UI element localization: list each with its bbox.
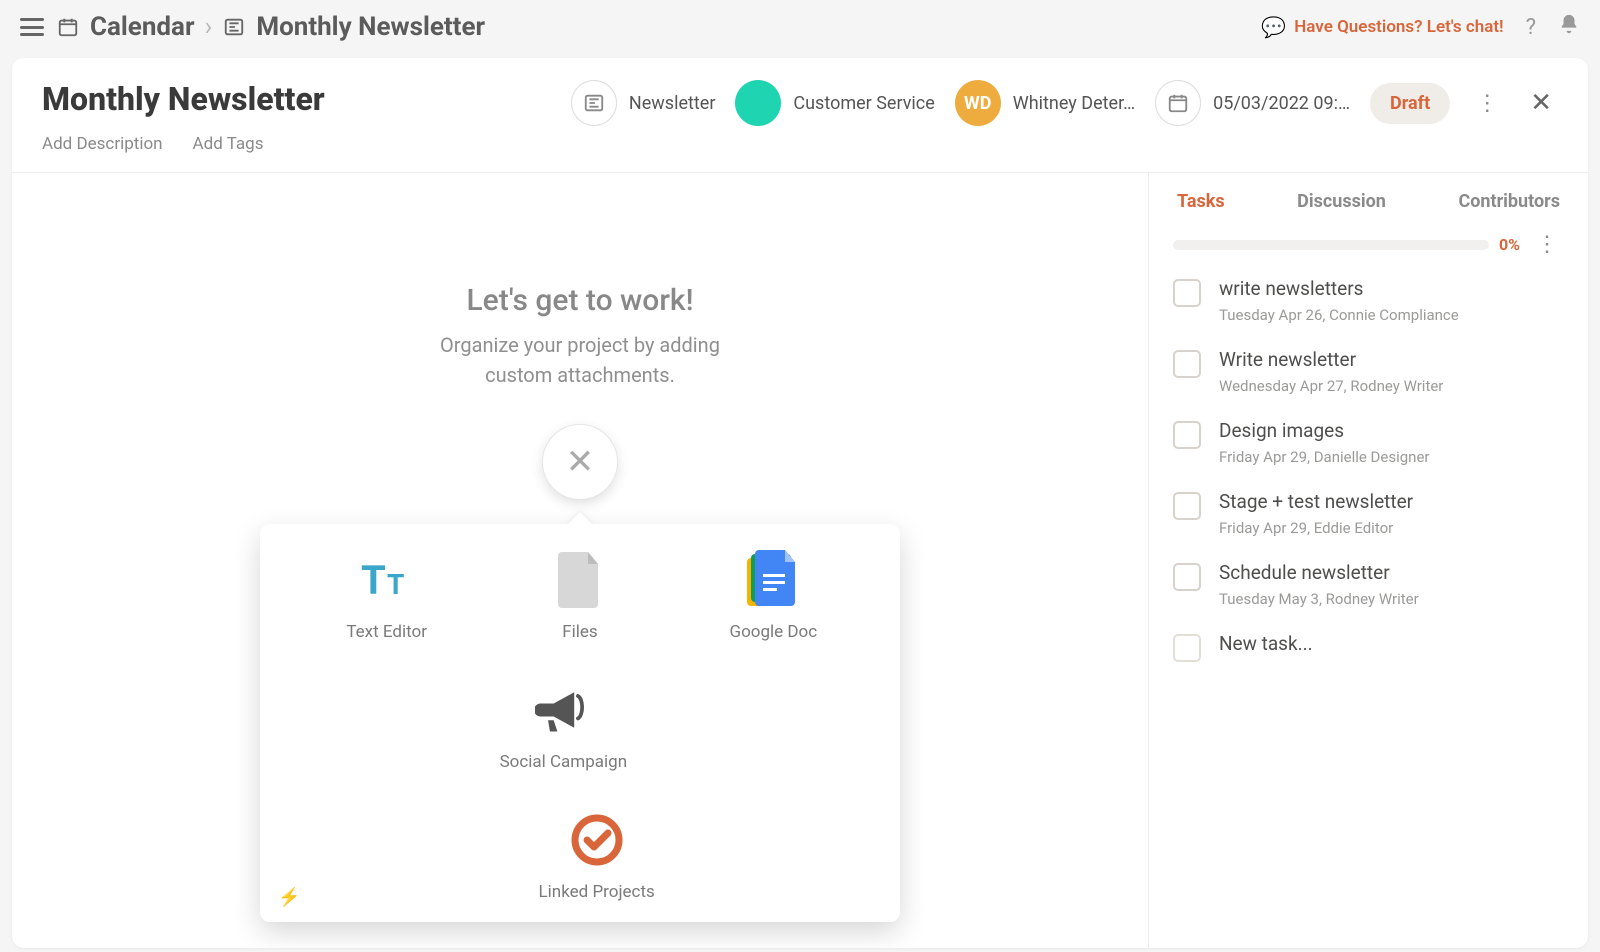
tab-discussion[interactable]: Discussion: [1297, 191, 1386, 212]
chat-icon: 💬: [1261, 15, 1286, 39]
tasks-more-icon[interactable]: ⋮: [1530, 232, 1564, 257]
task-item[interactable]: Stage + test newsletter Friday Apr 29, E…: [1173, 490, 1564, 537]
help-icon[interactable]: ?: [1526, 15, 1536, 40]
bell-icon[interactable]: [1558, 13, 1580, 41]
attach-files[interactable]: Files: [500, 552, 660, 642]
chevron-right-icon: ›: [205, 12, 213, 42]
attach-linked-projects[interactable]: Linked Projects: [517, 812, 677, 902]
new-task-placeholder: New task...: [1219, 632, 1313, 655]
task-checkbox[interactable]: [1173, 421, 1201, 449]
attach-label: Text Editor: [346, 622, 427, 642]
new-task-input[interactable]: New task...: [1173, 632, 1564, 662]
megaphone-icon: [535, 682, 591, 738]
chip-label: 05/03/2022 09:…: [1213, 93, 1350, 114]
svg-text:T: T: [361, 557, 386, 604]
attach-label: Linked Projects: [539, 882, 655, 902]
newsletter-chip-icon: [571, 80, 617, 126]
calendar-icon: [56, 15, 80, 39]
customer-service-avatar: [735, 80, 781, 126]
text-editor-icon: TT: [359, 552, 415, 608]
task-meta: Tuesday May 3, Rodney Writer: [1219, 590, 1419, 608]
attach-label: Files: [562, 622, 597, 642]
task-title: Design images: [1219, 419, 1430, 442]
lightning-icon[interactable]: ⚡: [278, 887, 300, 908]
tab-contributors[interactable]: Contributors: [1458, 191, 1560, 212]
hamburger-icon[interactable]: [20, 18, 44, 36]
sidebar-tabs: Tasks Discussion Contributors: [1173, 191, 1564, 224]
task-meta: Wednesday Apr 27, Rodney Writer: [1219, 377, 1443, 395]
attach-label: Social Campaign: [500, 752, 628, 772]
progress-row: 0% ⋮: [1173, 232, 1564, 257]
task-item[interactable]: Design images Friday Apr 29, Danielle De…: [1173, 419, 1564, 466]
svg-text:T: T: [387, 568, 404, 601]
chip-label: Newsletter: [629, 93, 716, 114]
breadcrumb-current[interactable]: Monthly Newsletter: [256, 12, 485, 42]
topbar: Calendar › Monthly Newsletter 💬 Have Que…: [0, 0, 1600, 54]
main-area: Let's get to work! Organize your project…: [12, 173, 1148, 948]
chip-label: Customer Service: [793, 93, 934, 114]
chat-link[interactable]: 💬 Have Questions? Let's chat!: [1261, 15, 1503, 39]
breadcrumb: Calendar › Monthly Newsletter: [56, 12, 485, 42]
attach-google-doc[interactable]: Google Doc: [693, 552, 853, 642]
status-badge[interactable]: Draft: [1370, 83, 1450, 124]
breadcrumb-root[interactable]: Calendar: [90, 12, 195, 42]
task-title: write newsletters: [1219, 277, 1459, 300]
task-checkbox[interactable]: [1173, 492, 1201, 520]
close-icon[interactable]: ✕: [1524, 88, 1558, 118]
attachment-menu: TT Text Editor Files: [260, 524, 900, 922]
google-doc-icon: [745, 552, 801, 608]
task-checkbox[interactable]: [1173, 634, 1201, 662]
add-description-button[interactable]: Add Description: [42, 134, 163, 154]
topbar-right: 💬 Have Questions? Let's chat! ?: [1261, 13, 1580, 41]
sidebar: Tasks Discussion Contributors 0% ⋮ write…: [1148, 173, 1588, 948]
chip-label: Whitney Deter…: [1013, 93, 1135, 114]
task-item[interactable]: write newsletters Tuesday Apr 26, Connie…: [1173, 277, 1564, 324]
task-meta: Friday Apr 29, Danielle Designer: [1219, 448, 1430, 466]
date-chip-icon: [1155, 80, 1201, 126]
tab-tasks[interactable]: Tasks: [1177, 191, 1225, 212]
card-header: Monthly Newsletter Add Description Add T…: [12, 58, 1588, 173]
chip-customer-service[interactable]: Customer Service: [735, 80, 934, 126]
add-tags-button[interactable]: Add Tags: [193, 134, 264, 154]
task-item[interactable]: Schedule newsletter Tuesday May 3, Rodne…: [1173, 561, 1564, 608]
chip-owner[interactable]: WD Whitney Deter…: [955, 80, 1135, 126]
task-meta: Tuesday Apr 26, Connie Compliance: [1219, 306, 1459, 324]
page-title: Monthly Newsletter: [42, 80, 325, 118]
progress-bar: [1173, 240, 1489, 250]
linked-projects-icon: [569, 812, 625, 868]
task-title: Schedule newsletter: [1219, 561, 1419, 584]
files-icon: [552, 552, 608, 608]
task-title: Stage + test newsletter: [1219, 490, 1413, 513]
task-list: write newsletters Tuesday Apr 26, Connie…: [1173, 277, 1564, 662]
owner-avatar: WD: [955, 80, 1001, 126]
chat-link-label: Have Questions? Let's chat!: [1294, 17, 1503, 37]
task-meta: Friday Apr 29, Eddie Editor: [1219, 519, 1413, 537]
task-checkbox[interactable]: [1173, 563, 1201, 591]
chip-newsletter[interactable]: Newsletter: [571, 80, 716, 126]
project-card: Monthly Newsletter Add Description Add T…: [12, 58, 1588, 948]
task-item[interactable]: Write newsletter Wednesday Apr 27, Rodne…: [1173, 348, 1564, 395]
attach-label: Google Doc: [729, 622, 817, 642]
hero-subtitle: Organize your project by adding custom a…: [410, 330, 750, 390]
task-checkbox[interactable]: [1173, 279, 1201, 307]
hero-title: Let's get to work!: [466, 283, 693, 318]
attach-text-editor[interactable]: TT Text Editor: [307, 552, 467, 642]
more-menu-icon[interactable]: ⋮: [1470, 91, 1504, 116]
task-title: Write newsletter: [1219, 348, 1443, 371]
chip-date[interactable]: 05/03/2022 09:…: [1155, 80, 1350, 126]
attach-social-campaign[interactable]: Social Campaign: [483, 682, 643, 772]
newsletter-icon: [222, 15, 246, 39]
close-attach-menu-button[interactable]: ✕: [542, 424, 618, 500]
task-checkbox[interactable]: [1173, 350, 1201, 378]
progress-percent: 0%: [1499, 235, 1520, 254]
